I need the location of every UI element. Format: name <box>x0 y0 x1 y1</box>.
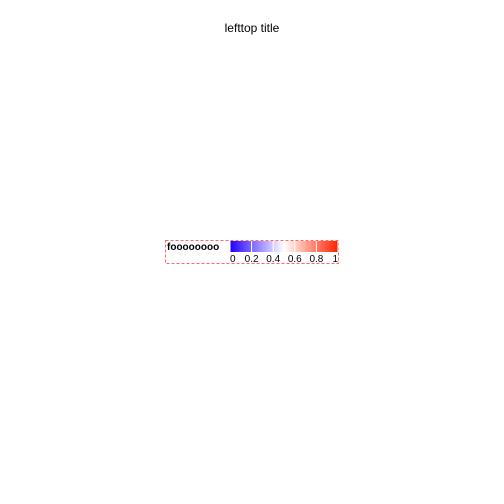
colorbar-tick-label: 0.6 <box>288 254 302 265</box>
colorbar-tick-label: 0 <box>230 254 236 265</box>
colorbar-tick-label: 0.8 <box>309 254 323 265</box>
colorbar-tick-label: 0.4 <box>266 254 280 265</box>
color-legend: foooooooo 0 0.2 0.4 0.6 0.8 1 <box>165 240 339 265</box>
colorbar-tick-label: 1 <box>332 254 338 265</box>
colorbar-tick-label: 0.2 <box>245 254 259 265</box>
colorbar <box>230 241 338 252</box>
legend-label: foooooooo <box>167 242 219 253</box>
